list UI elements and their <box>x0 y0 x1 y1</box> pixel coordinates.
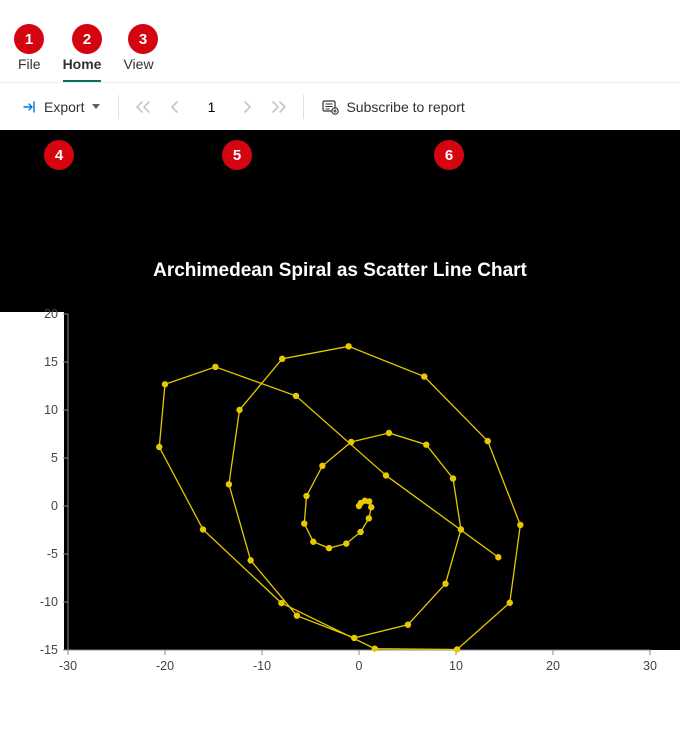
tab-view[interactable]: View <box>123 56 153 82</box>
svg-text:-20: -20 <box>156 659 174 673</box>
report-area: Archimedean Spiral as Scatter Line Chart… <box>0 130 680 690</box>
callout-badge: 4 <box>44 140 74 170</box>
export-label: Export <box>44 99 84 115</box>
page-number-input[interactable] <box>193 98 229 116</box>
next-page-icon <box>242 101 252 113</box>
tab-home[interactable]: Home <box>63 56 102 82</box>
callout-badge: 6 <box>434 140 464 170</box>
chart-title: Archimedean Spiral as Scatter Line Chart <box>0 260 680 282</box>
svg-text:10: 10 <box>44 403 58 417</box>
callout-badge: 1 <box>14 24 44 54</box>
prev-page-button[interactable] <box>161 93 189 121</box>
callout-badge: 2 <box>72 24 102 54</box>
svg-text:10: 10 <box>449 659 463 673</box>
toolbar: Export <box>0 82 680 130</box>
next-page-button[interactable] <box>233 93 261 121</box>
svg-text:20: 20 <box>546 659 560 673</box>
subscribe-label: Subscribe to report <box>346 99 464 115</box>
svg-text:-5: -5 <box>47 547 58 561</box>
chevron-down-icon <box>92 104 100 109</box>
first-page-button[interactable] <box>129 93 157 121</box>
pager <box>129 93 293 121</box>
callout-badge: 5 <box>222 140 252 170</box>
svg-text:-10: -10 <box>40 595 58 609</box>
tab-file[interactable]: File <box>18 56 41 82</box>
svg-text:-10: -10 <box>253 659 271 673</box>
export-button[interactable]: Export <box>14 95 108 119</box>
svg-text:0: 0 <box>51 499 58 513</box>
prev-page-icon <box>170 101 180 113</box>
subscribe-icon <box>322 99 340 115</box>
last-page-button[interactable] <box>265 93 293 121</box>
svg-text:30: 30 <box>643 659 657 673</box>
export-icon <box>22 99 38 115</box>
callout-badge: 3 <box>128 24 158 54</box>
toolbar-divider <box>118 95 119 119</box>
svg-text:5: 5 <box>51 451 58 465</box>
menu-tabs: File Home View <box>0 0 680 82</box>
svg-text:15: 15 <box>44 355 58 369</box>
toolbar-divider <box>303 95 304 119</box>
svg-text:0: 0 <box>356 659 363 673</box>
last-page-icon <box>272 101 286 113</box>
svg-text:20: 20 <box>44 307 58 321</box>
svg-text:-30: -30 <box>59 659 77 673</box>
first-page-icon <box>136 101 150 113</box>
scatter-chart: -15 -10 -5 0 5 10 15 20 -30 -20 -10 0 10 20 30 <box>0 300 680 690</box>
svg-text:-15: -15 <box>40 643 58 657</box>
subscribe-button[interactable]: Subscribe to report <box>314 95 472 119</box>
